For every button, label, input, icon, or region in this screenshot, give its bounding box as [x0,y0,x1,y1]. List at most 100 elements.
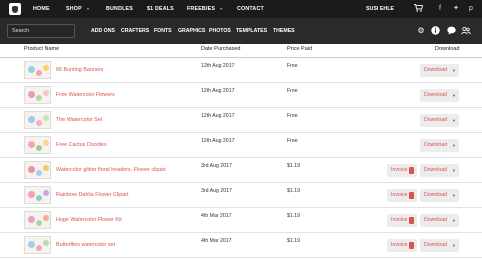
product-thumbnail[interactable] [24,161,51,179]
nav-home[interactable]: HOME [33,0,50,18]
download-button[interactable]: Download ▾ [420,189,459,202]
table-header: Product Name Date Purchased Price Paid D… [0,44,482,58]
nav-bundles[interactable]: BUNDLES [106,0,133,18]
document-icon [409,242,414,249]
table-row: The Watercolor Set 12th Aug 2017 Free Downl… [0,108,482,133]
column-header-price: Price Paid [287,46,313,52]
caret-down-icon: ▾ [452,168,455,173]
download-label: Download [424,217,448,223]
invoice-button[interactable]: Invoice [387,239,417,252]
caret-down-icon: ▾ [452,68,455,73]
table-row: Watercolor glitter floral headers. Flowe… [0,158,482,183]
users-icon[interactable] [461,26,471,36]
subnav-photos[interactable]: PHOTOS [209,18,231,44]
product-name-link[interactable]: The Watercolor Set [56,117,102,123]
logo-icon[interactable] [9,3,21,15]
download-label: Download [424,192,448,198]
document-icon [409,167,414,174]
twitter-icon[interactable]: ✦ [451,4,461,14]
nav-deals[interactable]: $1 DEALS [147,0,174,18]
download-button[interactable]: Download ▾ [420,164,459,177]
price-paid: Free [287,113,298,119]
facebook-icon[interactable]: f [435,4,445,14]
product-name-link[interactable]: Watercolor glitter floral headers. Flowe… [56,167,166,173]
column-header-download: Download [435,46,460,52]
download-button[interactable]: Download ▾ [420,239,459,252]
subnav-crafters[interactable]: CRAFTERS [121,18,149,44]
product-thumbnail[interactable] [24,111,51,129]
download-button[interactable]: Download ▾ [420,139,459,152]
product-name-link[interactable]: 66 Bunting Banners [56,67,103,73]
invoice-label: Invoice [391,217,408,223]
table-row: Free Cactus Doodles 12th Aug 2017 Free Down… [0,133,482,158]
product-name-link[interactable]: Huge Watercolor Flower Kit [56,217,122,223]
product-thumbnail[interactable] [24,86,51,104]
subnav-add-ons[interactable]: ADD ONS [91,18,115,44]
pinterest-icon[interactable]: p [466,4,476,14]
chat-icon[interactable] [446,26,456,36]
chevron-down-icon: ⌄ [219,5,224,12]
product-name-link[interactable]: Rainbow Dahlia Flower Clipart [56,192,129,198]
cart-icon[interactable] [413,4,423,14]
column-header-product: Product Name [24,46,60,52]
subnav-graphics[interactable]: GRAPHICS [178,18,205,44]
subnav-themes[interactable]: THEMES [273,18,295,44]
product-name-link[interactable]: Free Cactus Doodles [56,142,107,148]
product-name-link[interactable]: Free Watercolor Flowers [56,92,115,98]
price-paid: $1.19 [287,213,300,219]
chevron-down-icon: ⌄ [85,5,91,12]
download-label: Download [424,92,448,98]
purchase-date: 4th Mar 2017 [201,213,232,219]
price-paid: $1.19 [287,163,300,169]
user-menu[interactable]: SUSI EHLE [366,0,394,18]
purchase-date: 12th Aug 2017 [201,63,235,69]
download-button[interactable]: Download ▾ [420,114,459,127]
product-thumbnail[interactable] [24,211,51,229]
purchase-date: 12th Aug 2017 [201,138,235,144]
gear-icon[interactable]: ⚙ [416,26,426,36]
price-paid: $1.19 [287,188,300,194]
caret-down-icon: ▾ [452,118,455,123]
product-thumbnail[interactable] [24,61,51,79]
download-button[interactable]: Download ▾ [420,89,459,102]
purchase-date: 12th Aug 2017 [201,113,235,119]
caret-down-icon: ▾ [452,93,455,98]
nav-contact[interactable]: CONTACT [237,0,264,18]
document-icon [409,192,414,199]
product-thumbnail[interactable] [24,236,51,254]
top-navigation: HOME SHOP ⌄ BUNDLES $1 DEALS FREEBIES ⌄ CO… [0,0,482,18]
price-paid: Free [287,88,298,94]
purchase-date: 3rd Aug 2017 [201,188,232,194]
table-row: Free Watercolor Flowers 12th Aug 2017 Free… [0,83,482,108]
invoice-button[interactable]: Invoice [387,214,417,227]
subnav-fonts[interactable]: FONTS [154,18,172,44]
download-label: Download [424,67,448,73]
info-icon[interactable] [430,26,440,36]
invoice-button[interactable]: Invoice [387,164,417,177]
table-row: Butterflies watercolor set 4th Mar 2017 $1… [0,233,482,258]
search-input[interactable]: Search [7,24,75,38]
table-row: Rainbow Dahlia Flower Clipart 3rd Aug 201… [0,183,482,208]
product-thumbnail[interactable] [24,186,51,204]
invoice-button[interactable]: Invoice [387,189,417,202]
nav-freebies[interactable]: FREEBIES ⌄ [187,0,223,18]
product-thumbnail[interactable] [24,136,51,154]
purchase-date: 4th Mar 2017 [201,238,232,244]
column-header-date: Date Purchased [201,46,241,52]
download-button[interactable]: Download ▾ [420,64,459,77]
purchase-date: 3rd Aug 2017 [201,163,232,169]
subnav-templates[interactable]: TEMPLATES [236,18,267,44]
download-label: Download [424,242,448,248]
document-icon [409,217,414,224]
nav-shop[interactable]: SHOP ⌄ [66,0,90,18]
sub-navigation: Search ADD ONS CRAFTERS FONTS GRAPHICS P… [0,18,482,44]
download-label: Download [424,167,448,173]
table-row: 66 Bunting Banners 12th Aug 2017 Free Downl… [0,58,482,83]
download-label: Download [424,142,448,148]
caret-down-icon: ▾ [452,218,455,223]
product-name-link[interactable]: Butterflies watercolor set [56,242,115,248]
download-button[interactable]: Download ▾ [420,214,459,227]
price-paid: Free [287,138,298,144]
download-label: Download [424,117,448,123]
caret-down-icon: ▾ [452,143,455,148]
